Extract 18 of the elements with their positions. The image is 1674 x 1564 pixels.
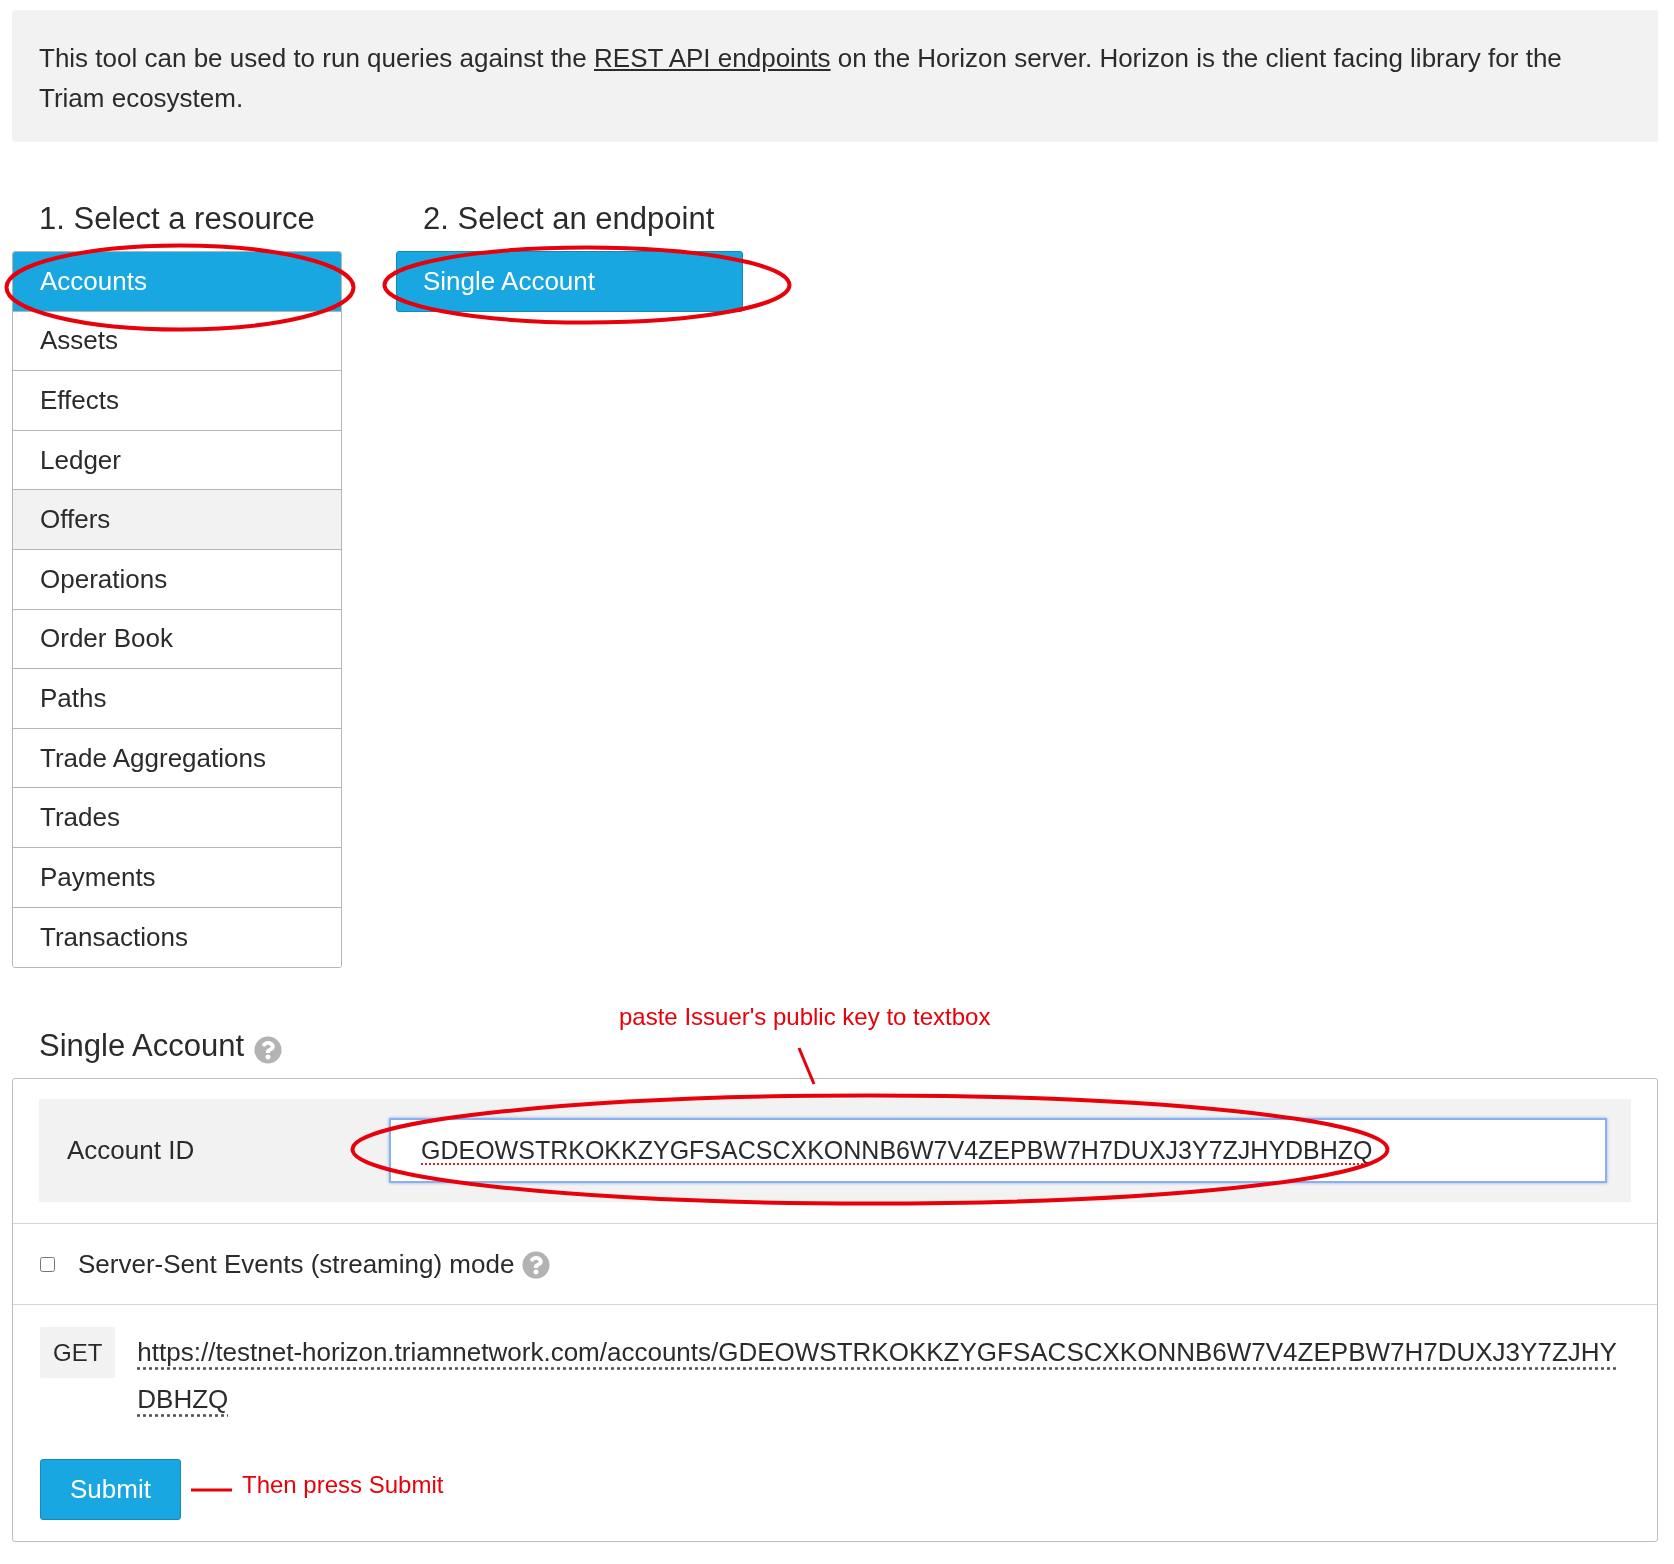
form-title: Single Account — [39, 1027, 245, 1066]
annotation-dash — [191, 1487, 232, 1492]
account-id-field[interactable]: GDEOWSTRKOKKZYGFSACSCXKONNB6W7V4ZEPBW7H7DUXJ3Y7ZJHYDBHZQ — [389, 1118, 1607, 1184]
endpoint-heading: 2. Select an endpoint — [422, 200, 716, 238]
annotation-leader-line — [797, 1046, 816, 1086]
streaming-label: Server-Sent Events (streaming) mode — [78, 1247, 515, 1281]
help-icon[interactable] — [254, 1036, 283, 1065]
submit-note: Then press Submit — [242, 1469, 444, 1500]
resource-item[interactable]: Offers — [13, 490, 341, 550]
method-badge: GET — [40, 1327, 116, 1379]
rest-api-link[interactable]: REST API endpoints — [594, 43, 831, 73]
request-url-link[interactable]: https://testnet-horizon.triamnetwork.com/accounts/GDEOWSTRKOKKZYGFSACSCXKONNB6W7V4ZEPBW7H7DUXJ3Y7ZJHYDBHZQ — [137, 1327, 1621, 1424]
resource-heading: 1. Select a resource — [38, 200, 316, 238]
intro-text: This tool can be used to run queries against the REST API endpoints on the Horizon server. Horizon is the client facing library for the Triam ecosystem. — [39, 42, 1563, 115]
streaming-checkbox[interactable] — [40, 1256, 55, 1272]
paste-note: paste Issuer's public key to textbox — [619, 1002, 991, 1032]
help-icon[interactable] — [522, 1251, 551, 1280]
field-label: Account ID — [67, 1134, 196, 1168]
